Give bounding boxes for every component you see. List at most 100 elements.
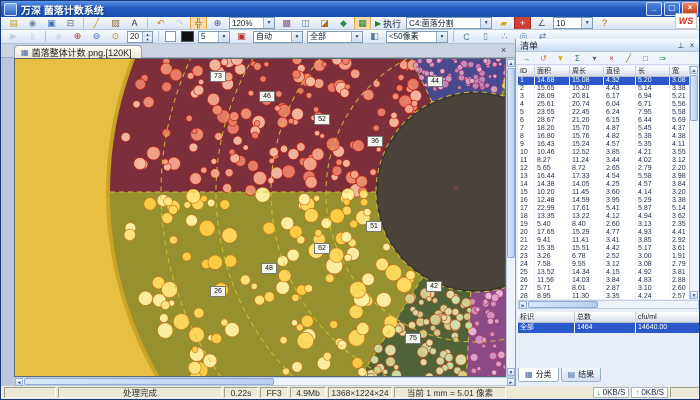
- table-scroll-right-icon[interactable]: ►: [519, 301, 527, 309]
- line-width-select[interactable]: 5▼: [198, 31, 230, 43]
- export-icon[interactable]: →: [519, 52, 534, 65]
- angle-select[interactable]: 10▼: [553, 17, 593, 29]
- table-scroll-up-icon[interactable]: ▲: [690, 66, 698, 74]
- angle-icon[interactable]: ∠: [533, 17, 550, 30]
- sum-icon[interactable]: Σ: [570, 52, 585, 65]
- table-row[interactable]: 118.2711.243.444.023.121: [518, 157, 700, 165]
- apply-icon[interactable]: ⇒: [655, 52, 670, 65]
- table-row[interactable]: 1612.4814.593.955.293.381: [518, 197, 700, 205]
- vertical-scroll-thumb[interactable]: [507, 68, 515, 258]
- execute-button[interactable]: ▶执行: [372, 17, 404, 29]
- open-icon[interactable]: ▤: [5, 17, 22, 30]
- table-row[interactable]: 2017.6515.294.774.934.411: [518, 229, 700, 237]
- table-row[interactable]: 215.6515.204.435.143.381: [518, 85, 700, 93]
- refresh-icon[interactable]: C: [458, 30, 475, 44]
- zoom-in-icon[interactable]: ⊕: [69, 30, 86, 44]
- filter-icon[interactable]: ▼: [553, 52, 568, 65]
- table-row[interactable]: 1722.9917.615.415.875.141: [518, 205, 700, 213]
- method-select[interactable]: C4:菌落分割▼: [406, 17, 492, 29]
- grid-icon[interactable]: ▦: [354, 17, 371, 30]
- dropdown-arrow-icon[interactable]: ▼: [263, 18, 274, 28]
- redo-icon[interactable]: ↷: [171, 17, 188, 30]
- save-icon[interactable]: ▣: [43, 17, 60, 30]
- scroll-down-icon[interactable]: ▼: [507, 368, 515, 376]
- table-row[interactable]: 114.6815.084.325.203.081: [518, 77, 700, 86]
- undo-step-icon[interactable]: ↺: [536, 52, 551, 65]
- dropdown-arrow-icon[interactable]: ▼: [351, 32, 362, 42]
- table-row[interactable]: 1316.4417.334.545.583.981: [518, 173, 700, 181]
- print-icon[interactable]: ⊟: [62, 17, 79, 30]
- edit-icon[interactable]: ╱: [621, 52, 636, 65]
- spin-down-icon[interactable]: ▼: [143, 37, 152, 42]
- horizontal-scroll-thumb[interactable]: [24, 378, 274, 385]
- pause-icon[interactable]: ‖: [24, 30, 41, 44]
- auto-mode-select[interactable]: 自动▼: [253, 31, 303, 43]
- table-row[interactable]: 2611.5614.033.844.832.881: [518, 277, 700, 285]
- auto-mark-icon[interactable]: ▣: [233, 30, 250, 44]
- table-row[interactable]: 816.8015.764.825.384.381: [518, 133, 700, 141]
- table-row[interactable]: 1010.4612.523.854.213.551: [518, 149, 700, 157]
- pin-icon[interactable]: ⊥: [676, 41, 686, 50]
- table-row[interactable]: 425.6120.746.046.715.561: [518, 101, 700, 109]
- table-row[interactable]: 233.266.782.523.001.911: [518, 253, 700, 261]
- tab-results[interactable]: ▤ 结果: [561, 368, 602, 382]
- invert-checkbox[interactable]: [165, 31, 176, 42]
- table-row[interactable]: 全部146414640.00: [518, 323, 700, 334]
- table-row[interactable]: 275.718.012.873.102.601: [518, 285, 700, 293]
- well-grid-icon[interactable]: #: [50, 30, 67, 44]
- highlight-icon[interactable]: ▨: [107, 17, 124, 30]
- color-swatch[interactable]: [181, 31, 194, 42]
- table-row[interactable]: 125.658.722.652.792.201: [518, 165, 700, 173]
- brush-icon[interactable]: ▰: [495, 17, 512, 30]
- minimize-button[interactable]: _: [646, 2, 662, 16]
- zoom-out-icon[interactable]: ⊖: [88, 30, 105, 44]
- table-hscroll-thumb[interactable]: [528, 301, 598, 308]
- table-row[interactable]: 523.5522.456.247.955.581: [518, 109, 700, 117]
- table-row[interactable]: 628.6721.206.156.445.691: [518, 117, 700, 125]
- table-row[interactable]: 247.589.553.123.082.791: [518, 261, 700, 269]
- new-page-icon[interactable]: ▯: [477, 30, 494, 44]
- zoom-fit-icon[interactable]: ⊙: [107, 30, 124, 44]
- table-scroll-thumb[interactable]: [690, 75, 698, 121]
- dropdown-arrow-icon[interactable]: ▼: [480, 18, 491, 28]
- min-size-select[interactable]: <50像素▼: [386, 31, 448, 43]
- table-row[interactable]: 1414.3814.054.254.573.841: [518, 181, 700, 189]
- scroll-left-icon[interactable]: ◄: [15, 378, 23, 386]
- table-row[interactable]: 195.408.402.603.132.351: [518, 221, 700, 229]
- pan-tool-icon[interactable]: ╬: [190, 17, 207, 30]
- dropdown-arrow-icon[interactable]: ▼: [218, 32, 229, 42]
- text-icon[interactable]: A: [126, 17, 143, 30]
- table-row[interactable]: 1510.2011.453.604.143.201: [518, 189, 700, 197]
- tab-close-icon[interactable]: ×: [498, 45, 509, 56]
- mark-region-icon[interactable]: ◪: [316, 17, 333, 30]
- rect-select-icon[interactable]: □: [638, 52, 653, 65]
- table-row[interactable]: 2215.3515.514.425.173.611: [518, 245, 700, 253]
- tab-classification[interactable]: ▦ 分类: [518, 368, 559, 382]
- size-filter-icon[interactable]: ◧: [366, 30, 383, 44]
- table-row[interactable]: 1813.3513.224.124.943.621: [518, 213, 700, 221]
- table-scroll-down-icon[interactable]: ▼: [690, 291, 698, 299]
- dropdown-arrow-icon[interactable]: ▼: [436, 32, 447, 42]
- scroll-up-icon[interactable]: ▲: [507, 59, 515, 67]
- table-row[interactable]: 718.2015.704.875.454.371: [518, 125, 700, 133]
- flag-icon[interactable]: ◆: [335, 17, 352, 30]
- undo-icon[interactable]: ↶: [152, 17, 169, 30]
- dropdown-arrow-icon[interactable]: ▼: [291, 32, 302, 42]
- scope-select[interactable]: 全部▼: [307, 31, 363, 43]
- threshold-spinner[interactable]: 20▲▼: [127, 31, 153, 43]
- pen-icon[interactable]: ╱: [88, 17, 105, 30]
- crop-icon[interactable]: ▩: [278, 17, 295, 30]
- table-row[interactable]: 328.0920.816.176.945.211: [518, 93, 700, 101]
- document-tab[interactable]: ▦ 菌落整体计数 png.[120K]: [14, 45, 142, 59]
- zoom-tool-icon[interactable]: ⊕: [209, 17, 226, 30]
- table-row[interactable]: 219.4111.413.413.852.921: [518, 237, 700, 245]
- image-horizontal-scrollbar[interactable]: ◄ ►: [14, 377, 516, 386]
- dropdown-arrow-icon[interactable]: ▼: [581, 18, 592, 28]
- zoom-level-select[interactable]: 120%▼: [229, 17, 275, 29]
- table-row[interactable]: 916.4315.244.575.354.111: [518, 141, 700, 149]
- panel-close-icon[interactable]: ×: [687, 41, 697, 50]
- delete-icon[interactable]: ×: [604, 52, 619, 65]
- help-icon[interactable]: ?: [596, 17, 613, 30]
- table-horizontal-scrollbar[interactable]: ◄ ►: [518, 300, 699, 309]
- table-row[interactable]: 2513.5214.344.154.923.811: [518, 269, 700, 277]
